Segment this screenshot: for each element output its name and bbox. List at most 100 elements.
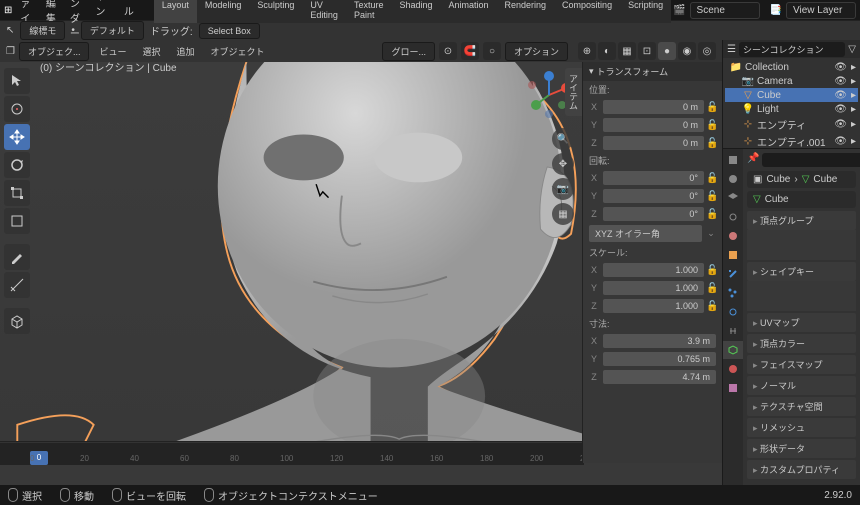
lock-icon[interactable]: 🔓	[706, 283, 718, 294]
disable-icon[interactable]: ▸	[851, 119, 856, 130]
workspace-tab[interactable]: Sculpting	[249, 0, 302, 23]
vp-menu-add[interactable]: 追加	[171, 43, 201, 60]
mesh-data-tab-icon[interactable]	[723, 341, 743, 359]
texture-tab-icon[interactable]	[723, 379, 743, 397]
add-cube-tool[interactable]	[4, 308, 30, 334]
overlay-toggle-icon[interactable]: ◐	[598, 42, 616, 60]
world-tab-icon[interactable]	[723, 227, 743, 245]
dim-x-input[interactable]: 3.9 m	[603, 334, 716, 348]
panel-header[interactable]: UVマップ	[747, 313, 856, 332]
particle-tab-icon[interactable]	[723, 284, 743, 302]
scl-x-input[interactable]: 1.000	[603, 263, 704, 277]
shading-solid-icon[interactable]: ●	[658, 42, 676, 60]
lock-icon[interactable]: 🔓	[706, 102, 718, 113]
rot-x-input[interactable]: 0°	[603, 171, 704, 185]
panel-header[interactable]: ノーマル	[747, 376, 856, 395]
scl-y-input[interactable]: 1.000	[603, 281, 704, 295]
disable-icon[interactable]: ▸	[851, 76, 856, 87]
panel-header[interactable]: 形状データ	[747, 439, 856, 458]
panel-header[interactable]: シェイプキー	[747, 262, 856, 281]
outliner-item[interactable]: 📁Collection👁▸	[725, 60, 858, 74]
vp-menu-view[interactable]: ビュー	[93, 43, 132, 60]
zoom-icon[interactable]: 🔍	[552, 128, 574, 150]
shading-rendered-icon[interactable]: ◎	[698, 42, 716, 60]
output-tab-icon[interactable]	[723, 170, 743, 188]
disable-icon[interactable]: ▸	[851, 136, 856, 147]
workspace-tab[interactable]: Layout	[154, 0, 197, 23]
transform-panel-header[interactable]: トランスフォーム	[583, 62, 722, 81]
timeline-ruler[interactable]: 0 020406080100120140160180200220240260	[0, 443, 584, 465]
loc-x-input[interactable]: 0 m	[603, 100, 704, 114]
options-dropdown[interactable]: オプション	[505, 42, 568, 61]
eye-icon[interactable]: 👁	[834, 62, 847, 73]
disable-icon[interactable]: ▸	[851, 104, 856, 115]
property-search-input[interactable]	[762, 153, 860, 167]
snap-dropdown[interactable]: 線標モ	[20, 21, 65, 40]
workspace-tab[interactable]: Shading	[391, 0, 440, 23]
outliner-item[interactable]: ▽Cube👁▸	[725, 88, 858, 102]
workspace-tab[interactable]: Scripting	[620, 0, 671, 23]
outliner-editor-icon[interactable]: ☰	[727, 44, 736, 55]
scl-z-input[interactable]: 1.000	[603, 299, 704, 313]
xray-icon[interactable]: ▦	[618, 42, 636, 60]
select-mode-dropdown[interactable]: Select Box	[199, 23, 260, 39]
perspective-icon[interactable]: ▦	[552, 203, 574, 225]
workspace-tab[interactable]: Modeling	[197, 0, 250, 23]
rot-z-input[interactable]: 0°	[603, 207, 704, 221]
workspace-tab[interactable]: UV Editing	[302, 0, 346, 23]
view-layer-input[interactable]: View Layer	[786, 2, 856, 19]
eye-icon[interactable]: 👁	[834, 90, 847, 101]
panel-header[interactable]: カスタムプロパティ	[747, 460, 856, 479]
snap-icon[interactable]: 🧲	[461, 42, 479, 60]
lock-icon[interactable]: 🔓	[706, 120, 718, 131]
select-tool[interactable]	[4, 68, 30, 94]
eye-icon[interactable]: 👁	[834, 104, 847, 115]
object-name-field[interactable]: ▽ Cube	[747, 191, 856, 208]
panel-header[interactable]: 頂点カラー	[747, 334, 856, 353]
loc-z-input[interactable]: 0 m	[603, 136, 704, 150]
lock-icon[interactable]: 🔓	[706, 191, 718, 202]
orientation-dropdown[interactable]: グロー...	[382, 42, 435, 61]
viewlayer-tab-icon[interactable]	[723, 189, 743, 207]
panel-header[interactable]: フェイスマップ	[747, 355, 856, 374]
eye-icon[interactable]: 👁	[834, 76, 847, 87]
disable-icon[interactable]: ▸	[851, 90, 856, 101]
scale-tool[interactable]	[4, 180, 30, 206]
editor-type-icon[interactable]: ❐	[6, 46, 15, 57]
lock-icon[interactable]: 🔓	[706, 173, 718, 184]
filter-icon[interactable]: ▽	[848, 44, 856, 55]
render-tab-icon[interactable]	[723, 151, 743, 169]
gizmo-toggle-icon[interactable]: ⊕	[578, 42, 596, 60]
workspace-tab[interactable]: Compositing	[554, 0, 620, 23]
rotate-tool[interactable]	[4, 152, 30, 178]
panel-header[interactable]: 頂点グループ	[747, 211, 856, 230]
rot-y-input[interactable]: 0°	[603, 189, 704, 203]
default-dropdown[interactable]: デフォルト	[81, 21, 144, 40]
annotate-tool[interactable]	[4, 244, 30, 270]
constraint-tab-icon[interactable]	[723, 322, 743, 340]
outliner-item[interactable]: ⊹エンプティ👁▸	[725, 116, 858, 133]
measure-tool[interactable]	[4, 272, 30, 298]
workspace-tab[interactable]: Rendering	[497, 0, 555, 23]
workspace-tab[interactable]: Animation	[440, 0, 496, 23]
camera-view-icon[interactable]: 📷	[552, 178, 574, 200]
modifier-tab-icon[interactable]	[723, 265, 743, 283]
euler-mode-dropdown[interactable]: XYZ オイラー角	[589, 225, 702, 242]
scene-name-input[interactable]: Scene	[690, 2, 760, 19]
lock-icon[interactable]: 🔓	[706, 265, 718, 276]
shading-wireframe-icon[interactable]: ⊡	[638, 42, 656, 60]
move-view-icon[interactable]: ✥	[552, 153, 574, 175]
outliner-item[interactable]: 💡Light👁▸	[725, 102, 858, 116]
dim-z-input[interactable]: 4.74 m	[603, 370, 716, 384]
npanel-tab-item[interactable]: アイテム	[565, 68, 582, 116]
eye-icon[interactable]: 👁	[834, 119, 847, 130]
cursor-tool[interactable]	[4, 96, 30, 122]
pivot-icon[interactable]: ⊙	[439, 42, 457, 60]
vp-menu-select[interactable]: 選択	[137, 43, 167, 60]
workspace-tab[interactable]: Texture Paint	[346, 0, 392, 23]
shading-material-icon[interactable]: ◉	[678, 42, 696, 60]
scene-tab-icon[interactable]	[723, 208, 743, 226]
lock-icon[interactable]: 🔓	[706, 138, 718, 149]
physics-tab-icon[interactable]	[723, 303, 743, 321]
move-tool[interactable]	[4, 124, 30, 150]
